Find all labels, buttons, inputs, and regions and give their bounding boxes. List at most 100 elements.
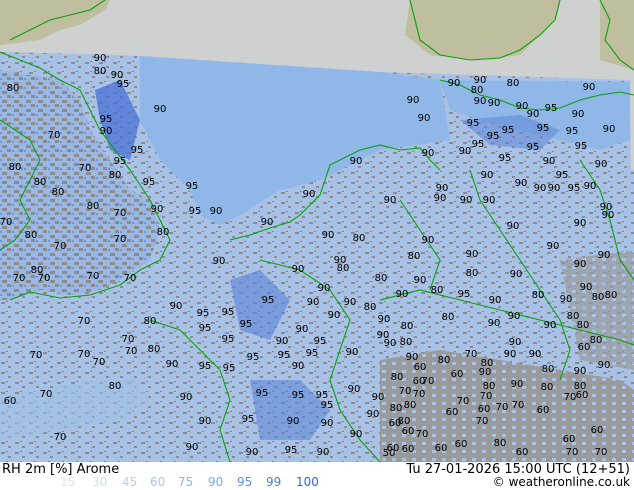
- scale-value: 99: [266, 475, 282, 489]
- contour-label: 80: [404, 400, 417, 411]
- contour-label: 70: [124, 273, 137, 284]
- contour-label: 90: [508, 311, 521, 322]
- contour-label: 90: [151, 204, 164, 215]
- contour-label: 90: [210, 206, 223, 217]
- contour-label: 90: [509, 337, 522, 348]
- contour-label: 80: [364, 302, 377, 313]
- contour-label: 90: [407, 95, 420, 106]
- contour-label: 95: [247, 352, 260, 363]
- contour-label: 90: [317, 447, 330, 458]
- contour-label: 90: [384, 338, 397, 349]
- contour-label: 60: [435, 443, 448, 454]
- contour-label: 95: [278, 350, 291, 361]
- contour-label: 95: [197, 308, 210, 319]
- contour-label: 90: [344, 297, 357, 308]
- contour-label: 90: [460, 195, 473, 206]
- contour-label: 95: [472, 139, 485, 150]
- contour-label: 80: [390, 403, 403, 414]
- contour-label: 90: [543, 156, 556, 167]
- contour-label: 80: [337, 263, 350, 274]
- contour-label: 90: [367, 409, 380, 420]
- contour-label: 90: [434, 193, 447, 204]
- contour-label: 95: [222, 334, 235, 345]
- contour-label: 80: [7, 83, 20, 94]
- contour-label: 80: [466, 268, 479, 279]
- contour-label: 60: [563, 434, 576, 445]
- site-credit[interactable]: © weatheronline.co.uk: [493, 475, 630, 489]
- contour-label: 90: [346, 347, 359, 358]
- contour-label: 80: [34, 177, 47, 188]
- contour-label: 90: [307, 297, 320, 308]
- contour-label: 80: [401, 321, 414, 332]
- contour-label: 90: [350, 429, 363, 440]
- contour-label: 90: [186, 442, 199, 453]
- contour-label: 95: [306, 348, 319, 359]
- contour-label: 70: [79, 163, 92, 174]
- contour-label: 70: [413, 389, 426, 400]
- credit-text: © weatheronline.co.uk: [492, 475, 630, 489]
- contour-label: 90: [246, 447, 259, 458]
- contour-label: 90: [94, 53, 107, 64]
- contour-label: 90: [350, 156, 363, 167]
- contour-label: 70: [30, 350, 43, 361]
- contour-label: 70: [122, 334, 135, 345]
- contour-label: 80: [542, 364, 555, 375]
- contour-label: 90: [303, 189, 316, 200]
- contour-label: 90: [481, 170, 494, 181]
- contour-label: 80: [157, 227, 170, 238]
- contour-label: 90: [560, 294, 573, 305]
- contour-label: 80: [507, 78, 520, 89]
- contour-label: 90: [474, 96, 487, 107]
- scale-value: 45: [122, 475, 138, 489]
- contour-label: 90: [318, 283, 331, 294]
- contour-label: 90: [547, 241, 560, 252]
- contour-label: 95: [545, 103, 558, 114]
- contour-label: 60: [4, 396, 17, 407]
- contour-label: 90: [100, 126, 113, 137]
- contour-label: 90: [422, 148, 435, 159]
- contour-label: 90: [321, 418, 334, 429]
- contour-label: 90: [544, 320, 557, 331]
- contour-label: 80: [25, 230, 38, 241]
- contour-label: 90: [396, 289, 409, 300]
- contour-label: 60: [591, 425, 604, 436]
- contour-label: 90: [598, 360, 611, 371]
- contour-label: 70: [87, 271, 100, 282]
- contour-label: 95: [285, 445, 298, 456]
- contour-label: 70: [422, 376, 435, 387]
- contour-label: 90: [515, 178, 528, 189]
- contour-label: 90: [414, 275, 427, 286]
- contour-label: 90: [213, 256, 226, 267]
- contour-label: 90: [574, 218, 587, 229]
- contour-label: 95: [321, 400, 334, 411]
- contour-label: 95: [568, 183, 581, 194]
- contour-label: 95: [467, 118, 480, 129]
- contour-label: 70: [38, 273, 51, 284]
- contour-label: 95: [100, 114, 113, 125]
- contour-label: 80: [391, 372, 404, 383]
- contour-label: 80: [494, 438, 507, 449]
- contour-label: 90: [603, 124, 616, 135]
- contour-label: 90: [510, 269, 523, 280]
- contour-label: 90: [548, 183, 561, 194]
- contour-label: 90: [292, 361, 305, 372]
- contour-label: 70: [54, 432, 67, 443]
- contour-label: 90: [384, 195, 397, 206]
- contour-label: 80: [592, 292, 605, 303]
- contour-label: 70: [465, 349, 478, 360]
- scale-value: 90: [208, 475, 224, 489]
- scale-value: 75: [178, 475, 194, 489]
- map-footer: RH 2m [%] Arome Tu 27-01-2026 15:00 UTC …: [0, 462, 634, 490]
- contour-label: 80: [532, 290, 545, 301]
- contour-label: 95: [222, 307, 235, 318]
- contour-label: 95: [240, 319, 253, 330]
- contour-label: 90: [292, 264, 305, 275]
- contour-label: 90: [584, 181, 597, 192]
- contour-label: 80: [577, 320, 590, 331]
- contour-label: 60: [414, 362, 427, 373]
- contour-label: 90: [534, 183, 547, 194]
- contour-label: 80: [109, 170, 122, 181]
- contour-label: 95: [502, 125, 515, 136]
- contour-label: 80: [375, 273, 388, 284]
- contour-label: 70: [566, 447, 579, 458]
